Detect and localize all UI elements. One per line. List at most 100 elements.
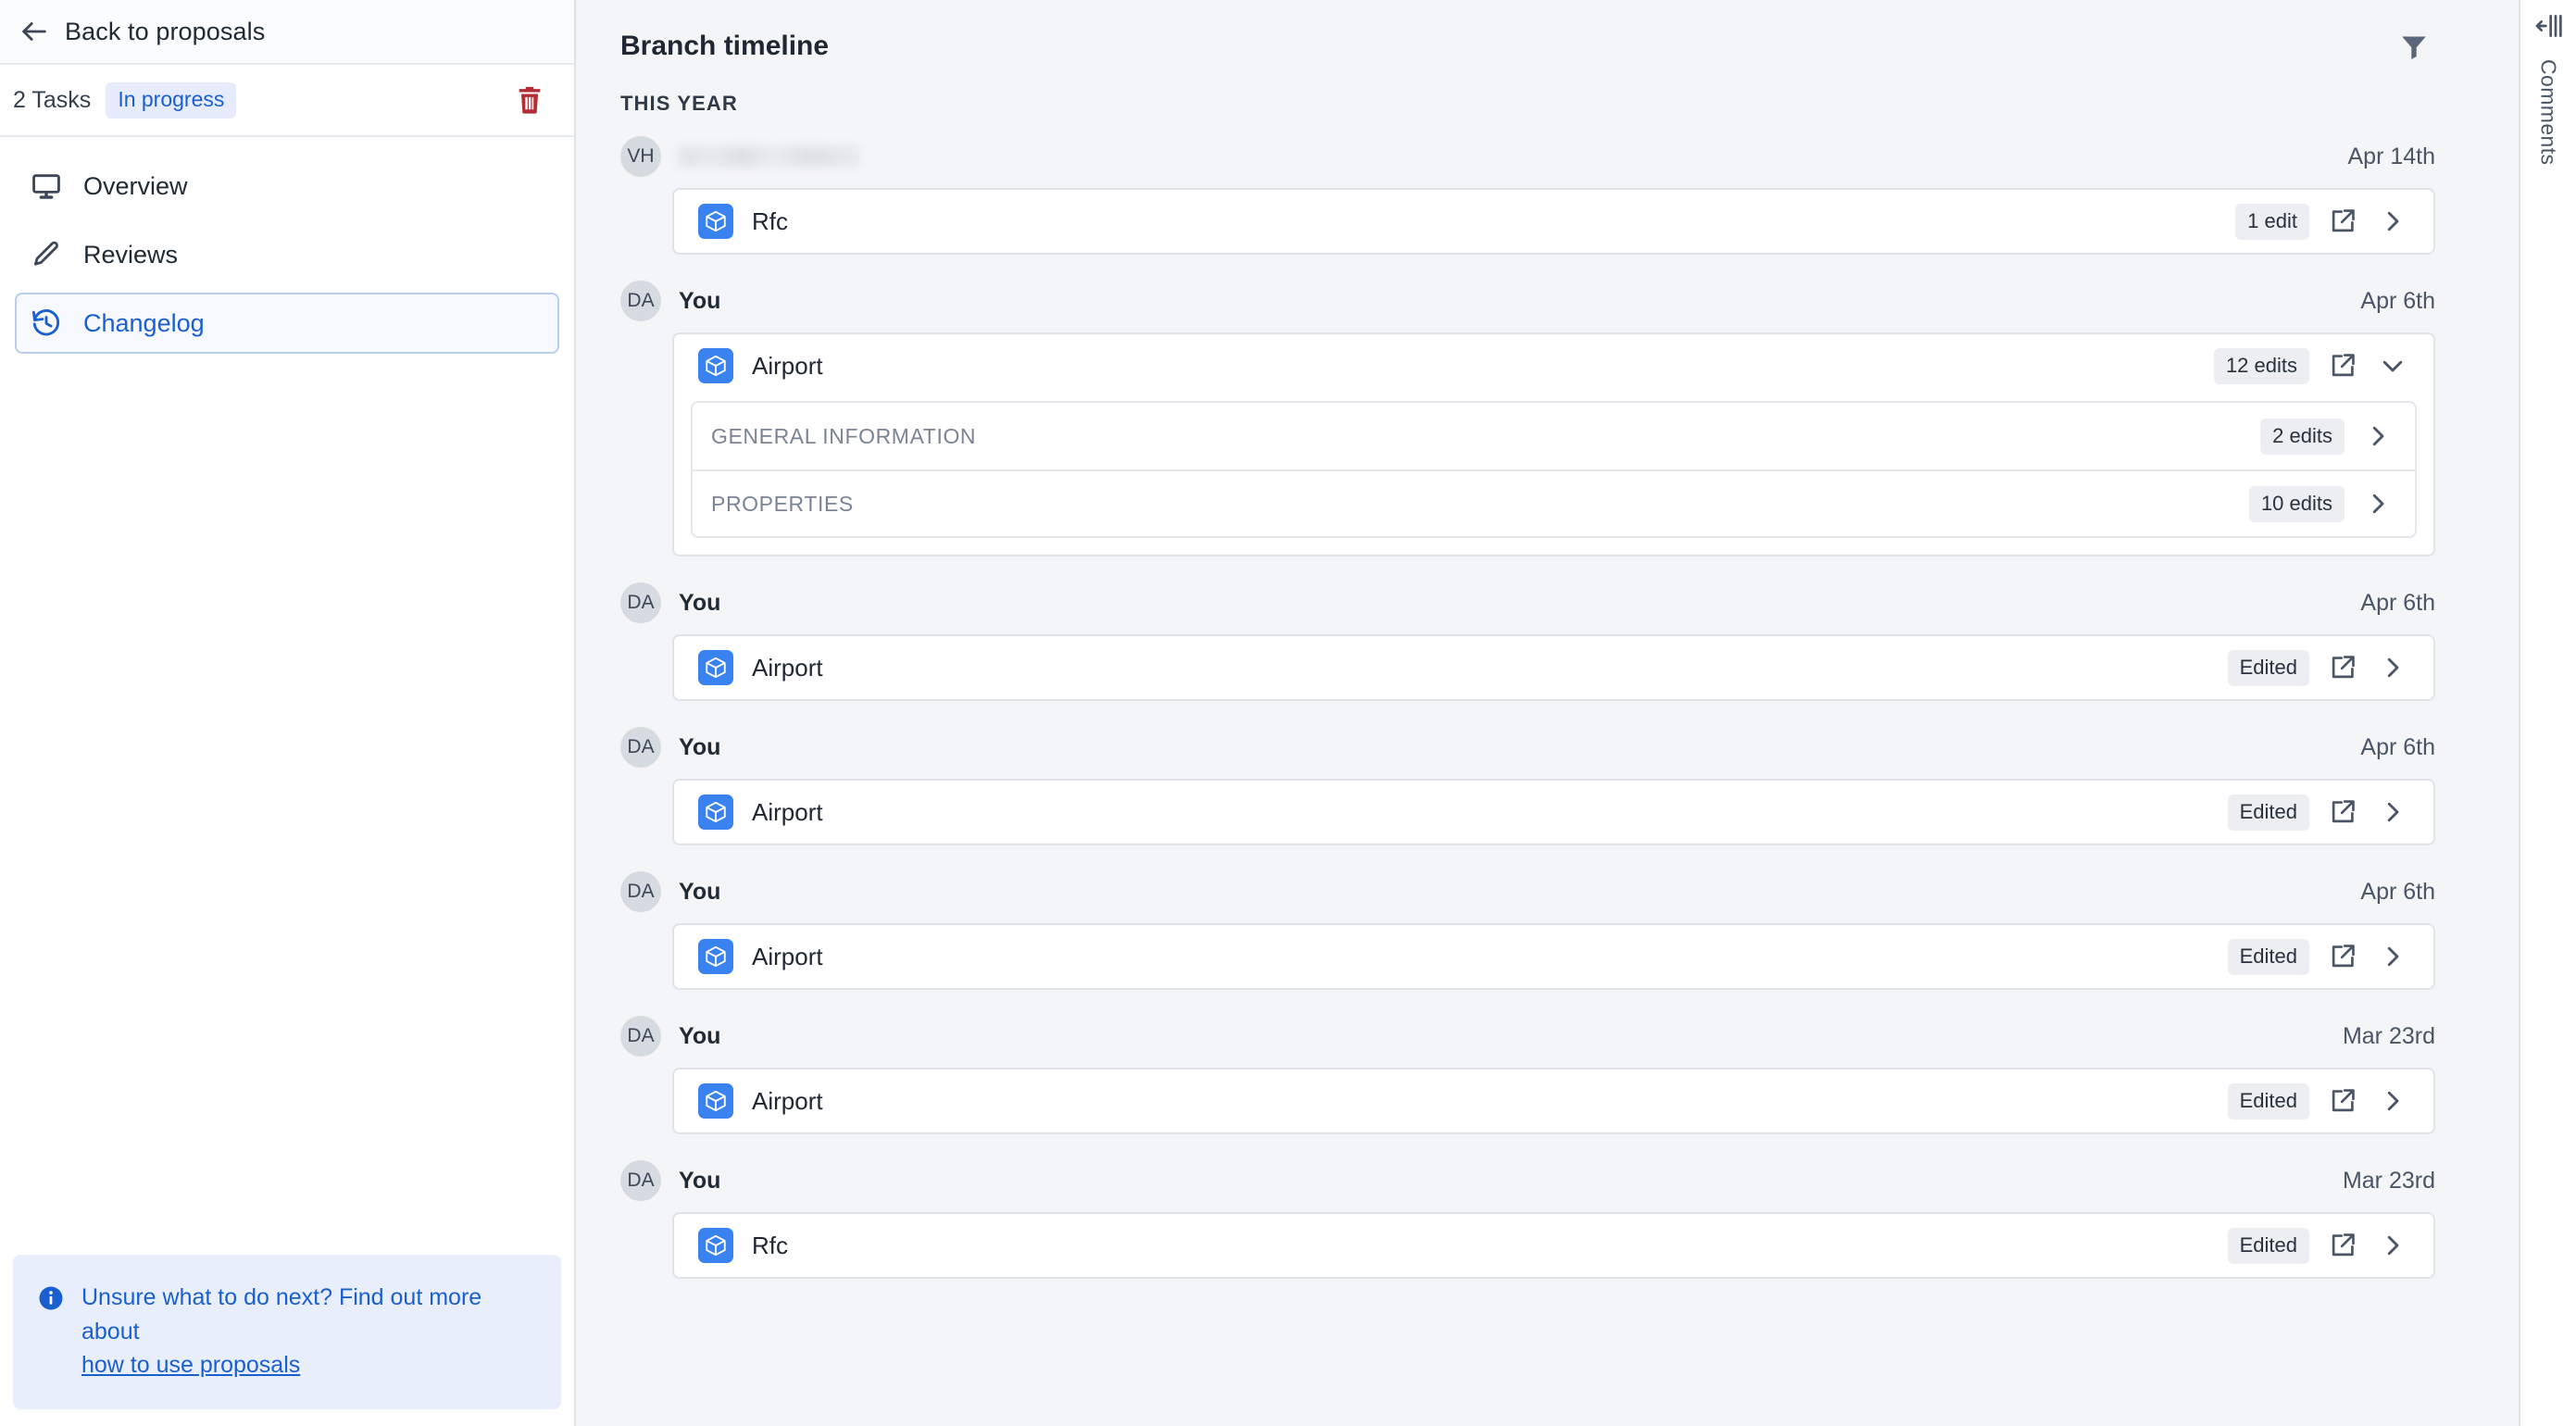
timeline-group: DA You Apr 6th Airport Edited <box>620 871 2519 990</box>
edits-badge: Edited <box>2227 794 2309 831</box>
timeline-date: Apr 6th <box>2360 733 2435 760</box>
timeline-actor-name: You <box>679 733 721 760</box>
back-to-proposals-button[interactable]: Back to proposals <box>0 0 574 65</box>
edits-badge: Edited <box>2227 1227 2309 1264</box>
timeline-group-header: DA You Apr 6th <box>620 871 2519 912</box>
avatar: DA <box>620 727 661 768</box>
avatar: DA <box>620 871 661 912</box>
chevron-right-icon[interactable] <box>2361 419 2395 453</box>
timeline-group-header: DA You Mar 23rd <box>620 1016 2519 1057</box>
timeline-group-header: VH Apr 14th <box>620 136 2519 177</box>
edits-badge: Edited <box>2227 649 2309 686</box>
main-panel: Branch timeline THIS YEAR VH Apr 14th Rfc 1… <box>576 0 2519 1426</box>
external-link-icon[interactable] <box>2326 795 2359 829</box>
collapse-panel-icon[interactable] <box>2530 7 2567 44</box>
timeline-item-row[interactable]: Airport Edited <box>674 781 2433 844</box>
cube-icon <box>698 1083 733 1119</box>
timeline-item-row[interactable]: Rfc Edited <box>674 1214 2433 1277</box>
external-link-icon[interactable] <box>2326 205 2359 238</box>
timeline-card: Airport 12 edits GENERAL INFORMATION 2 edit… <box>672 332 2435 557</box>
comments-panel-label[interactable]: Comments <box>2536 59 2561 165</box>
timeline-section-label: THIS YEAR <box>620 92 738 115</box>
edits-badge: Edited <box>2227 938 2309 975</box>
info-banner-text: Unsure what to do next? Find out more ab… <box>81 1281 537 1382</box>
timeline-subitem-row[interactable]: PROPERTIES 10 edits <box>693 469 2415 536</box>
info-banner-message: Unsure what to do next? Find out more ab… <box>81 1284 482 1345</box>
timeline-subitem-label: GENERAL INFORMATION <box>711 423 977 448</box>
timeline-actor-name <box>679 146 860 167</box>
timeline-item-name: Airport <box>752 797 823 826</box>
timeline-actor-name: You <box>679 287 721 314</box>
timeline-item-row[interactable]: Airport Edited <box>674 636 2433 699</box>
timeline-card: Rfc 1 edit <box>672 188 2435 255</box>
chevron-right-icon[interactable] <box>2376 1084 2409 1118</box>
avatar: DA <box>620 1160 661 1201</box>
timeline-item-actions: 1 edit <box>2235 203 2409 240</box>
external-link-icon[interactable] <box>2326 651 2359 684</box>
timeline-date: Mar 23rd <box>2342 1022 2435 1049</box>
chevron-right-icon[interactable] <box>2361 487 2395 520</box>
chevron-right-icon[interactable] <box>2376 940 2409 973</box>
chevron-right-icon[interactable] <box>2376 795 2409 829</box>
timeline-subitem-label: PROPERTIES <box>711 491 854 516</box>
back-to-proposals-label: Back to proposals <box>65 17 266 45</box>
timeline-item-row[interactable]: Airport Edited <box>674 925 2433 988</box>
external-link-icon[interactable] <box>2326 940 2359 973</box>
trash-icon[interactable] <box>509 80 550 120</box>
edits-badge: 1 edit <box>2235 203 2309 240</box>
timeline-item-name: Airport <box>752 351 823 380</box>
timeline-group-header: DA You Apr 6th <box>620 582 2519 623</box>
timeline-item-actions: Edited <box>2227 1227 2409 1264</box>
timeline-card: Rfc Edited <box>672 1212 2435 1279</box>
chevron-right-icon[interactable] <box>2376 1229 2409 1262</box>
avatar: DA <box>620 1016 661 1057</box>
info-icon <box>37 1284 65 1317</box>
avatar: DA <box>620 281 661 321</box>
cube-icon <box>698 794 733 830</box>
external-link-icon[interactable] <box>2326 349 2359 382</box>
avatar: DA <box>620 582 661 623</box>
task-summary-bar: 2 Tasks In progress <box>0 65 574 137</box>
timeline-item-name: Airport <box>752 1086 823 1115</box>
sidebar-item-changelog[interactable]: Changelog <box>15 293 559 354</box>
timeline-subitem-row[interactable]: GENERAL INFORMATION 2 edits <box>693 403 2415 469</box>
chevron-down-icon[interactable] <box>2376 349 2409 382</box>
page-title: Branch timeline <box>620 31 830 61</box>
avatar: VH <box>620 136 661 177</box>
timeline-group-header: DA You Mar 23rd <box>620 1160 2519 1201</box>
filter-icon[interactable] <box>2393 25 2435 68</box>
timeline-date: Mar 23rd <box>2342 1167 2435 1194</box>
timeline-item-actions: Edited <box>2227 1082 2409 1120</box>
cube-icon <box>698 650 733 685</box>
timeline-group: DA You Apr 6th Airport 12 edits GENERAL INFOR… <box>620 281 2519 557</box>
timeline-item-actions: Edited <box>2227 649 2409 686</box>
chevron-right-icon[interactable] <box>2376 205 2409 238</box>
how-to-use-proposals-link[interactable]: how to use proposals <box>81 1348 300 1382</box>
app-root: Back to proposals 2 Tasks In progress Ov… <box>0 0 2576 1426</box>
timeline-card: Airport Edited <box>672 779 2435 845</box>
timeline-item-name: Airport <box>752 653 823 682</box>
left-sidebar: Back to proposals 2 Tasks In progress Ov… <box>0 0 576 1426</box>
timeline-item-actions: 12 edits <box>2213 347 2409 384</box>
sidebar-item-reviews[interactable]: Reviews <box>15 224 559 285</box>
timeline-actor-name: You <box>679 1022 721 1049</box>
timeline-group: DA You Mar 23rd Airport Edited <box>620 1016 2519 1134</box>
timeline-subitem-list: GENERAL INFORMATION 2 edits PROPERTIES 10 e… <box>691 401 2417 538</box>
external-link-icon[interactable] <box>2326 1229 2359 1262</box>
monitor-icon <box>30 169 63 203</box>
timeline-item-row[interactable]: Airport 12 edits <box>674 334 2433 397</box>
external-link-icon[interactable] <box>2326 1084 2359 1118</box>
timeline-item-name: Rfc <box>752 206 788 235</box>
sidebar-item-overview-label: Overview <box>83 171 188 200</box>
arrow-left-icon <box>19 16 50 47</box>
timeline-subitem-actions: 10 edits <box>2248 485 2395 522</box>
chevron-right-icon[interactable] <box>2376 651 2409 684</box>
cube-icon <box>698 204 733 239</box>
timeline-item-row[interactable]: Rfc 1 edit <box>674 190 2433 253</box>
timeline-actor-name: You <box>679 1167 721 1194</box>
timeline-date: Apr 14th <box>2347 143 2435 169</box>
timeline-item-row[interactable]: Airport Edited <box>674 1070 2433 1132</box>
edits-badge: 10 edits <box>2248 485 2345 522</box>
timeline-actor-name: You <box>679 878 721 905</box>
sidebar-item-overview[interactable]: Overview <box>15 156 559 217</box>
